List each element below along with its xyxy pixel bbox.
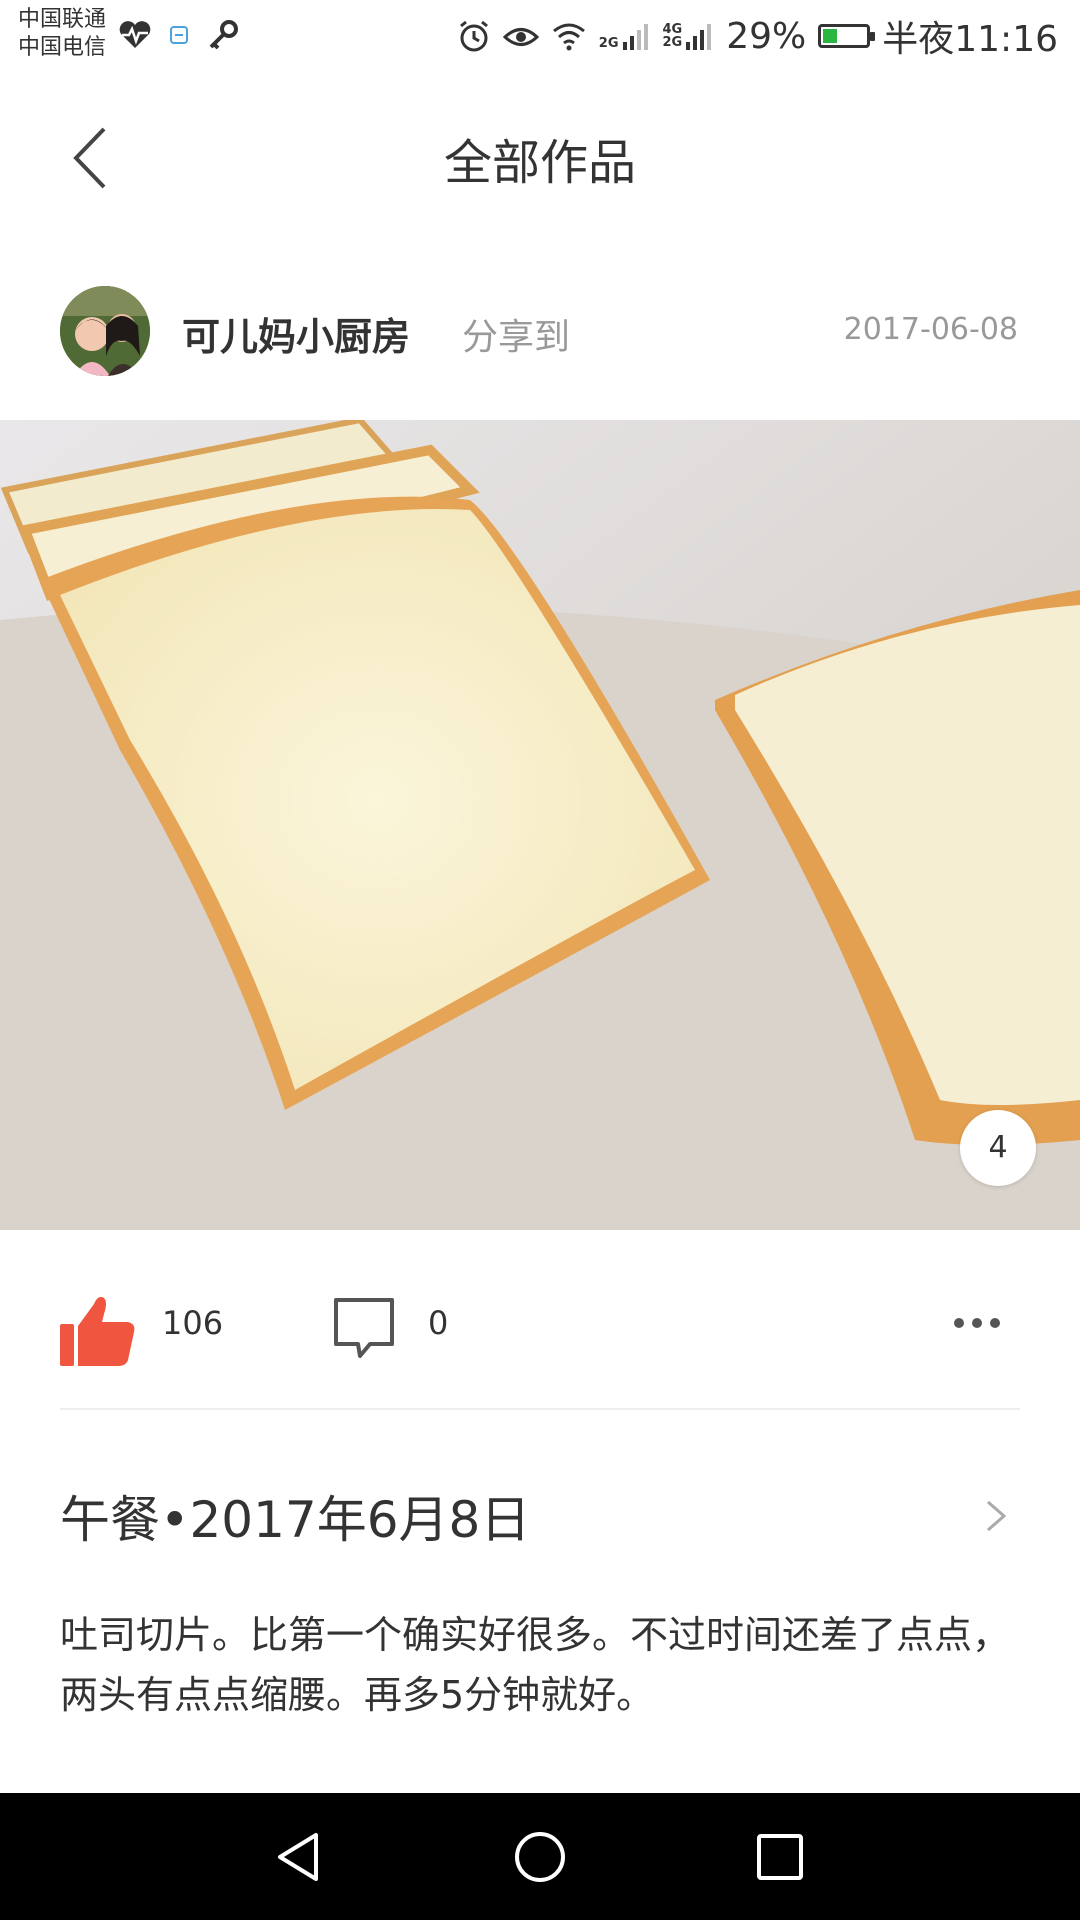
- eye-icon: [502, 28, 539, 46]
- author-name[interactable]: 可儿妈小厨房: [182, 306, 410, 361]
- carrier-1: 中国联通: [18, 7, 107, 32]
- battery-percent: 29%: [726, 15, 807, 57]
- carrier-info: 中国联通 中国电信: [18, 6, 106, 62]
- comment-icon[interactable]: [330, 1294, 398, 1364]
- nav-recent-apps-icon[interactable]: [752, 1829, 808, 1885]
- meal-title: 午餐•2017年6月8日: [60, 1491, 531, 1549]
- post-photo[interactable]: [0, 420, 1080, 1230]
- wifi-icon: [552, 23, 585, 51]
- nav-back-icon[interactable]: [272, 1829, 328, 1885]
- divider: [60, 1408, 1020, 1410]
- alarm-icon: [459, 20, 488, 52]
- clock: 半夜11:16: [882, 19, 1058, 60]
- author-row: 可儿妈小厨房 分享到 2017-06-08: [0, 280, 1080, 380]
- page-title: 全部作品: [443, 135, 636, 191]
- post-date: 2017-06-08: [843, 312, 1018, 347]
- like-count: 106: [162, 1304, 224, 1342]
- thumbs-up-icon[interactable]: [58, 1290, 138, 1370]
- more-options-icon[interactable]: [952, 1308, 1002, 1338]
- nav-home-icon[interactable]: [512, 1829, 568, 1885]
- post-description: 吐司切片。比第一个确实好很多。不过时间还差了点点，两头有点点缩腰。再多5分钟就好…: [60, 1613, 1011, 1717]
- share-to-label[interactable]: 分享到: [462, 308, 570, 360]
- photo-count-badge[interactable]: 4: [960, 1110, 1036, 1186]
- network-type-1: 2G: [598, 36, 619, 51]
- carrier-2: 中国电信: [18, 35, 107, 60]
- signal-icon: 2G: [599, 22, 651, 50]
- status-bar: 中国联通 中国电信 2G 4G 2G 29% 半夜11:16: [0, 0, 1080, 75]
- meal-link[interactable]: 午餐•2017年6月8日: [0, 1470, 1080, 1560]
- header: 全部作品: [0, 75, 1080, 240]
- system-nav-bar: [0, 1793, 1080, 1920]
- comment-count: 0: [428, 1304, 449, 1342]
- avatar[interactable]: [60, 286, 150, 376]
- heartbeat-icon: [119, 21, 151, 48]
- network-type-2b: 2G: [662, 35, 683, 50]
- action-bar: 106 0: [0, 1280, 1080, 1400]
- battery-icon: [818, 24, 876, 48]
- app-notification-icon: [170, 26, 188, 44]
- key-icon: [209, 20, 238, 50]
- signal-icon-2: 4G 2G: [663, 22, 715, 50]
- chevron-right-icon: [987, 1500, 1007, 1532]
